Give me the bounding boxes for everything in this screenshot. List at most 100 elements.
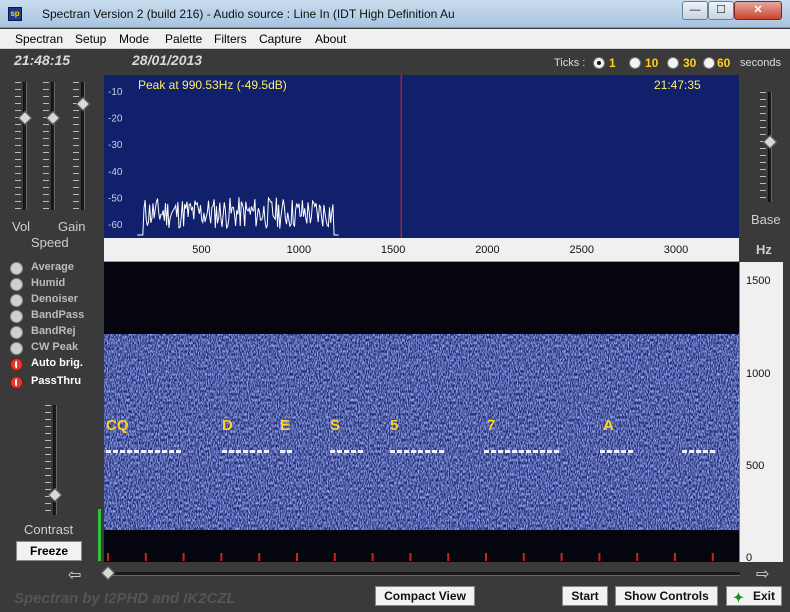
arrow-right-icon[interactable]: ⇨ [756,564,769,584]
ticks-radio-10-label: 10 [645,56,659,70]
cw-signal-mark [710,450,715,453]
maximize-button[interactable]: ☐ [708,1,734,20]
cw-signal-mark [498,450,503,453]
time-tick-mark [258,553,261,561]
cw-signal-mark [257,450,262,453]
footer-credit: Spectran by I2PHD and IK2CZL [14,590,236,607]
menu-filters[interactable]: Filters [214,32,247,46]
wf-tick-500: 500 [746,460,765,472]
ticks-radio-1[interactable] [593,57,605,69]
wf-tick-1500: 1500 [746,275,771,287]
start-button[interactable]: Start [562,586,608,606]
cw-signal-mark [113,450,118,453]
waterfall-display[interactable]: CQ D E S 5 7 A [104,262,739,562]
toggle-off-icon [10,310,23,323]
option-cw-peak-label: CW Peak [31,341,79,353]
time-tick-mark [485,553,487,561]
ticks-radio-60[interactable] [703,57,715,69]
cw-signal-mark [547,450,552,453]
cw-signal-mark [250,450,255,453]
decoded-char-d: D [222,417,233,434]
title-bar[interactable]: sp Spectran Version 2 (build 216) - Audi… [0,0,790,28]
cw-signal-mark [628,450,633,453]
cw-signal-mark [519,450,524,453]
freeze-button[interactable]: Freeze [16,541,82,561]
arrow-left-icon[interactable]: ⇦ [68,565,81,585]
cw-signal-mark [162,450,167,453]
ticks-label: Ticks : [554,57,586,69]
cw-signal-mark [127,450,132,453]
cw-signal-mark [176,450,181,453]
cw-signal-mark [526,450,531,453]
close-button[interactable]: ✕ [734,1,782,20]
show-controls-button[interactable]: Show Controls [615,586,718,606]
time-tick-mark [371,553,374,561]
cw-signal-mark [236,450,241,453]
menu-mode[interactable]: Mode [119,32,149,46]
time-tick-mark [182,553,185,561]
menu-palette[interactable]: Palette [165,32,202,46]
db-tick-label: -30 [108,140,123,151]
ticks-radio-30[interactable] [667,57,679,69]
cw-signal-mark [337,450,342,453]
freq-tick-label: 2000 [475,244,500,256]
spectrum-plot: -10 -20 -30 -40 -50 -60 [108,75,402,238]
toggle-off-icon [10,326,23,339]
menu-about[interactable]: About [315,32,346,46]
clock-time: 21:48:15 [14,52,71,68]
cw-signal-mark [229,450,234,453]
spectran-app-icon[interactable]: sp [8,7,22,21]
toggle-off-icon [10,342,23,355]
spectrum-time: 21:47:35 [654,78,701,92]
compact-view-button[interactable]: Compact View [375,586,475,606]
cw-signal-mark [540,450,545,453]
cw-signal-mark [614,450,619,453]
level-meter [98,509,101,561]
menu-capture[interactable]: Capture [259,32,302,46]
running-man-icon: ✦ [733,590,744,605]
spectrum-trace [137,196,339,236]
seconds-label: seconds [740,57,781,69]
cw-signal-mark [554,450,559,453]
decoded-char-e: E [280,417,291,434]
db-tick-label: -10 [108,87,123,98]
close-icon: ✕ [753,4,763,16]
toggle-off-icon [10,262,23,275]
toggle-off-icon [10,278,23,291]
cw-signal-mark [703,450,708,453]
speed-slider[interactable] [51,82,55,210]
cw-signal-mark [344,450,349,453]
menu-spectran[interactable]: Spectran [15,32,63,46]
cw-signal-mark [106,450,111,453]
power-on-icon [10,376,23,389]
time-tick-mark [220,553,223,561]
time-tick-mark [598,553,601,561]
spectrum-display[interactable]: -10 -20 -30 -40 -50 -60 Peak at 990.53Hz (-49… [104,75,739,238]
horizontal-slider-thumb[interactable] [100,565,116,581]
waterfall-frequency-axis: 1500 1000 500 0 [739,262,783,564]
exit-button[interactable]: ✦ Exit [726,586,782,606]
horizontal-slider[interactable] [106,572,740,576]
cw-signal-mark [689,450,694,453]
cw-signal-mark [682,450,687,453]
cw-signal-mark [696,450,701,453]
time-tick-mark [711,553,714,561]
time-tick-mark [636,553,639,561]
vol-slider[interactable] [23,82,27,210]
menu-setup[interactable]: Setup [75,32,106,46]
wf-tick-1000: 1000 [746,368,771,380]
window-title: Spectran Version 2 (build 216) - Audio s… [42,7,455,21]
minimize-button[interactable]: — [682,1,708,20]
cw-signal-mark [120,450,125,453]
minimize-icon: — [689,4,701,16]
ticks-radio-10[interactable] [629,57,641,69]
menu-bar: Spectran Setup Mode Palette Filters Capt… [0,29,790,49]
freq-tick-label: 1500 [380,244,406,256]
cw-signal-mark [222,450,227,453]
cw-signal-mark [264,450,269,453]
decoded-char-5: 5 [390,417,399,434]
freq-tick-label: 3000 [663,244,689,256]
gain-label: Gain [58,219,86,234]
cw-signal-mark [505,450,510,453]
option-average-label: Average [31,261,75,273]
